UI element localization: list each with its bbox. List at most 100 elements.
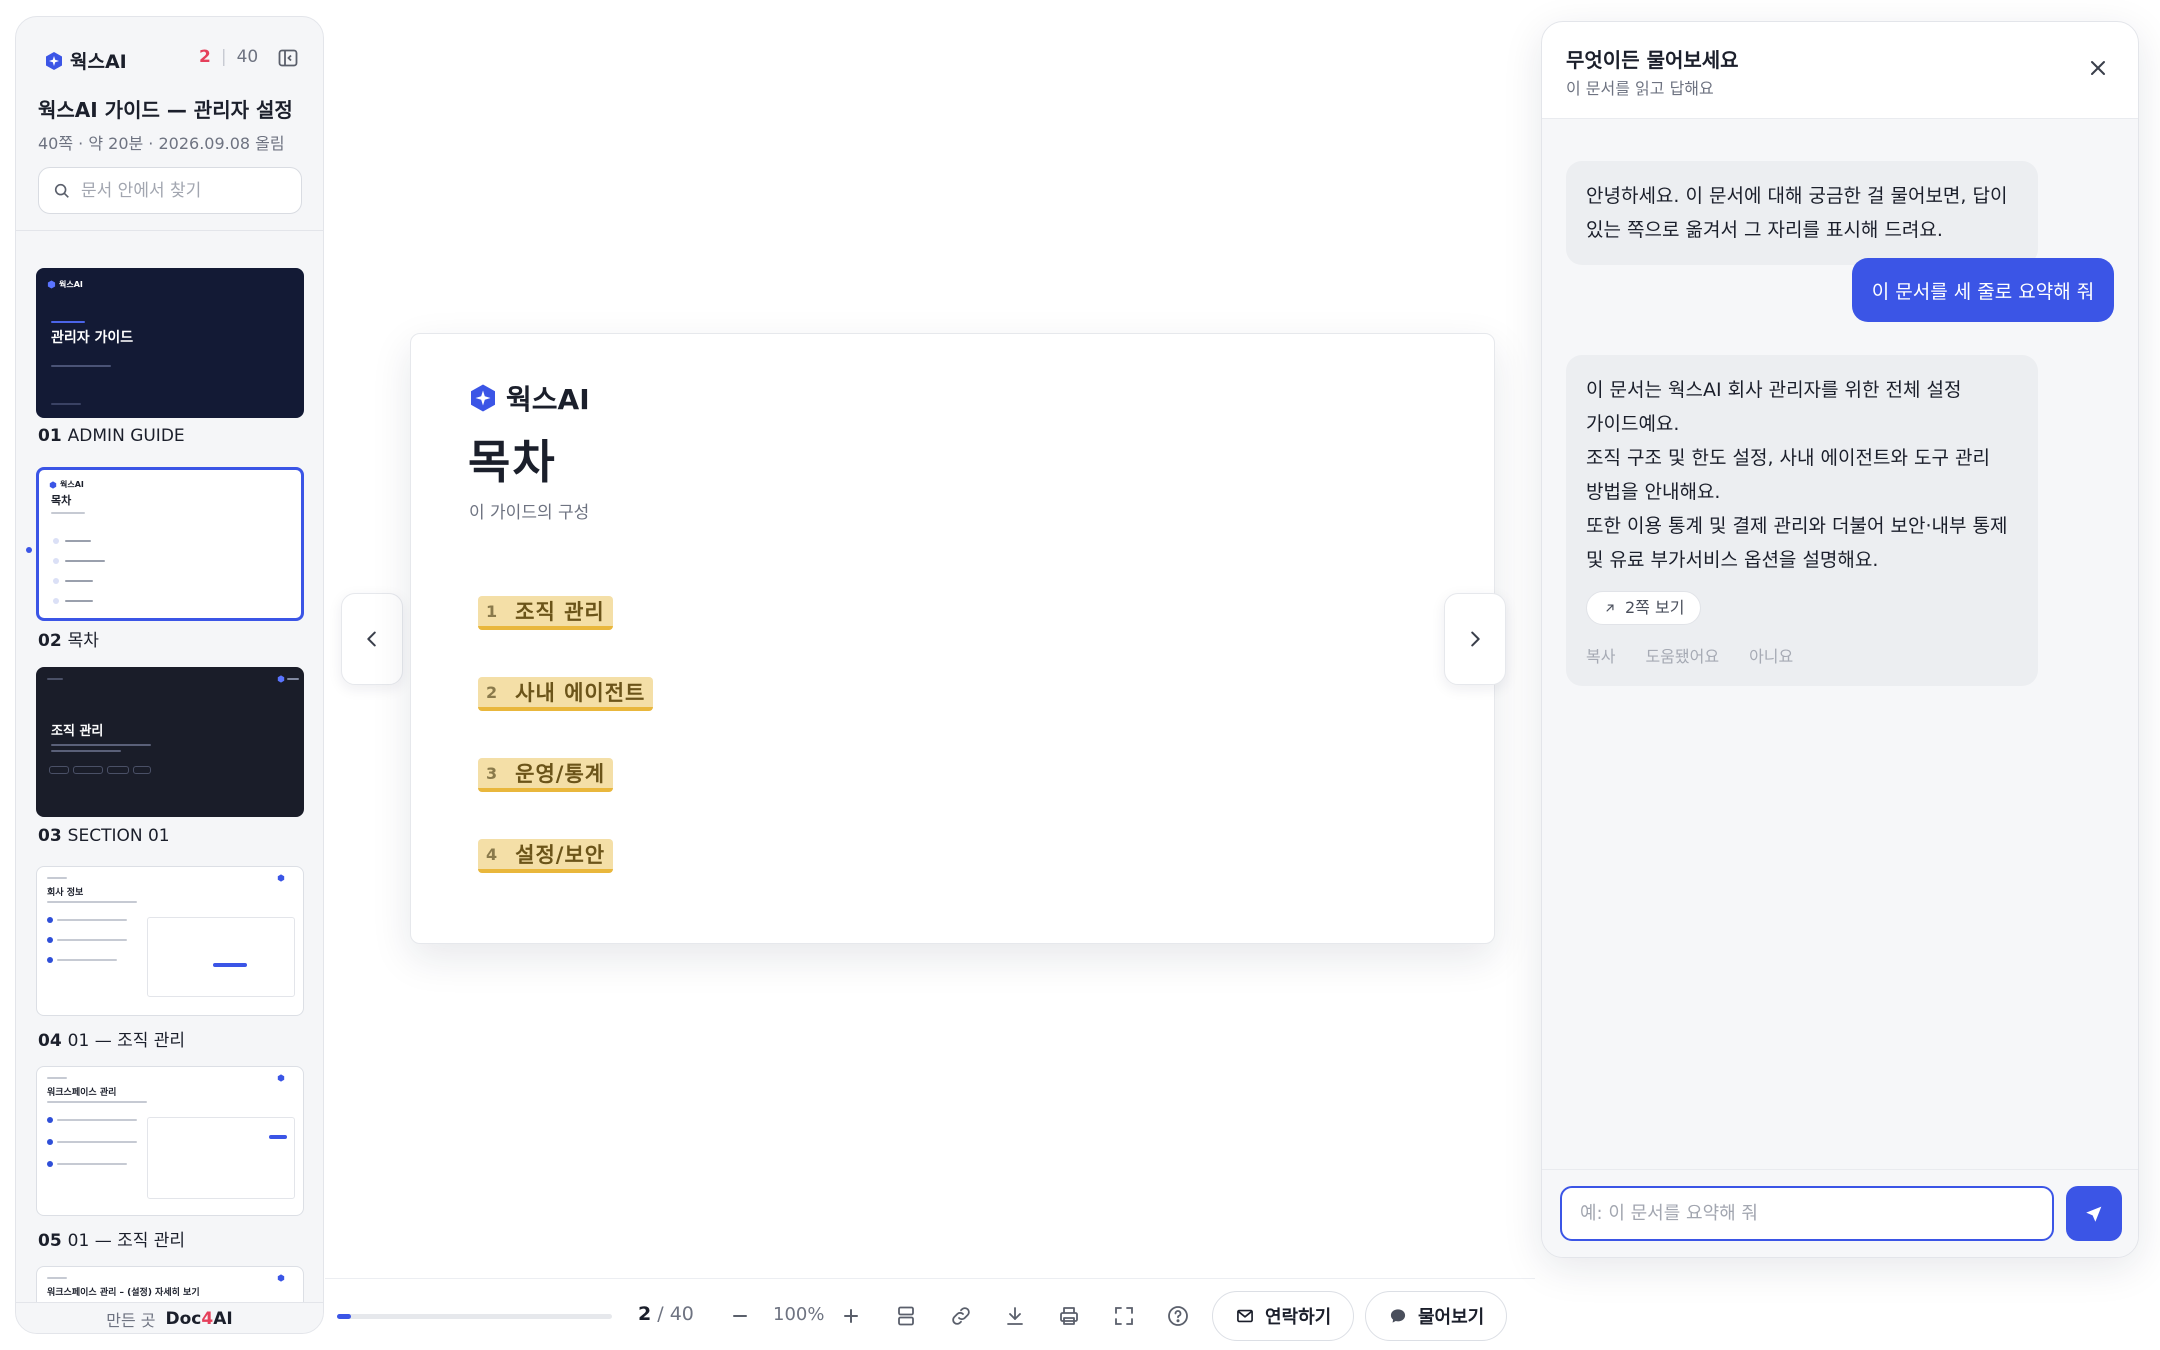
thumbnail-page-1[interactable]: 웍스AI 관리자 가이드 bbox=[36, 268, 304, 418]
sidebar-header: 웍스AI 2 | 40 웍스AI 가이드 — 관리자 설정 40쪽 · 약 20… bbox=[16, 17, 323, 231]
arrow-up-right-icon bbox=[1606, 604, 1614, 612]
reading-progress-fill bbox=[337, 1314, 351, 1319]
search-input[interactable] bbox=[81, 180, 291, 201]
thumbnail-page-3[interactable]: 조직 관리 bbox=[36, 667, 304, 817]
page-layout-button[interactable] bbox=[893, 1303, 919, 1329]
chat-panel: 무엇이든 물어보세요 이 문서를 읽고 답해요 안녕하세요. 이 문서에 대해 … bbox=[1541, 21, 2139, 1258]
thumbnail-label-5: 05 01 — 조직 관리 bbox=[38, 1231, 186, 1251]
page-reference-chip[interactable]: 2쪽 보기 bbox=[1586, 591, 1702, 625]
chat-messages: 안녕하세요. 이 문서에 대해 궁금한 걸 물어보면, 답이 있는 쪽으로 옮겨… bbox=[1542, 119, 2138, 1169]
download-button[interactable] bbox=[1002, 1303, 1028, 1329]
slide-brand-name: 웍스AI bbox=[506, 383, 590, 416]
contact-button-label: 연락하기 bbox=[1265, 1307, 1332, 1328]
link-icon bbox=[952, 1307, 970, 1325]
download-icon bbox=[1007, 1307, 1023, 1325]
brand-logo-icon bbox=[47, 280, 56, 289]
toc-item-1[interactable]: 1 조직 관리 bbox=[478, 596, 613, 630]
chat-title: 무엇이든 물어보세요 bbox=[1566, 48, 1739, 72]
thumbnail-page-4[interactable]: 회사 정보 bbox=[36, 866, 304, 1016]
doc4ai-logo[interactable]: Doc4AI bbox=[166, 1309, 233, 1329]
help-icon bbox=[1168, 1306, 1188, 1326]
page-counter-current: 2 bbox=[199, 47, 211, 67]
user-message: 이 문서를 세 줄로 요약해 줘 bbox=[1852, 258, 2114, 322]
copy-answer-button[interactable]: 복사 bbox=[1586, 646, 1615, 668]
ask-button[interactable]: 물어보기 bbox=[1365, 1291, 1508, 1341]
thumbnail-page-6[interactable]: 워크스페이스 관리 – (설정) 자세히 보기 bbox=[36, 1266, 304, 1302]
toc-label: 설정/보안 bbox=[515, 843, 606, 867]
copy-link-button[interactable] bbox=[948, 1303, 974, 1329]
thumbnail-title: 워크스페이스 관리 bbox=[47, 1088, 117, 1098]
assistant-message-answer: 이 문서는 웍스AI 회사 관리자를 위한 전체 설정 가이드예요. 조직 구조… bbox=[1566, 355, 2038, 686]
fullscreen-icon bbox=[1115, 1307, 1133, 1325]
active-page-indicator bbox=[26, 547, 32, 553]
chat-input[interactable] bbox=[1560, 1186, 2054, 1241]
next-page-button[interactable] bbox=[1444, 593, 1506, 685]
zoom-out-button[interactable] bbox=[727, 1303, 753, 1329]
printer-icon bbox=[1060, 1307, 1078, 1325]
thumbnail-title: 조직 관리 bbox=[51, 724, 104, 739]
print-button[interactable] bbox=[1056, 1303, 1082, 1329]
slide-title: 목차 bbox=[468, 435, 557, 489]
close-chat-button[interactable] bbox=[2086, 56, 2110, 80]
toc-item-3[interactable]: 3 운영/통계 bbox=[478, 758, 614, 792]
slide-brand: 웍스AI bbox=[468, 378, 590, 418]
brand-logo-icon bbox=[49, 480, 57, 489]
brand-logo-icon bbox=[471, 384, 495, 412]
document-title: 웍스AI 가이드 — 관리자 설정 bbox=[38, 98, 293, 122]
thumbnail-brand: 웍스AI bbox=[49, 479, 84, 490]
toc-label: 사내 에이전트 bbox=[515, 681, 646, 705]
mail-icon bbox=[1237, 1309, 1253, 1323]
thumbnail-title: 워크스페이스 관리 – (설정) 자세히 보기 bbox=[47, 1288, 200, 1298]
help-button[interactable] bbox=[1165, 1303, 1191, 1329]
chat-bubble-icon bbox=[1390, 1309, 1406, 1323]
thumbnail-page-5[interactable]: 워크스페이스 관리 bbox=[36, 1066, 304, 1216]
page-indicator: 2 / 40 bbox=[638, 1303, 694, 1325]
search-icon bbox=[54, 183, 69, 198]
toc-item-2[interactable]: 2 사내 에이전트 bbox=[478, 677, 654, 711]
chevron-left-icon bbox=[367, 631, 376, 647]
contact-button[interactable]: 연락하기 bbox=[1212, 1291, 1355, 1341]
sidebar: 웍스AI 2 | 40 웍스AI 가이드 — 관리자 설정 40쪽 · 약 20… bbox=[15, 16, 324, 1334]
sidebar-brand: 웍스AI bbox=[44, 47, 127, 74]
zoom-in-button[interactable] bbox=[838, 1303, 864, 1329]
made-by-label: 만든 곳 bbox=[106, 1311, 156, 1330]
document-search[interactable] bbox=[38, 167, 302, 214]
document-meta: 40쪽 · 약 20분 · 2026.09.08 올림 bbox=[38, 134, 285, 153]
close-icon bbox=[2091, 61, 2105, 75]
sidebar-brand-name: 웍스AI bbox=[70, 51, 127, 73]
minus-icon bbox=[733, 1315, 747, 1317]
send-icon bbox=[2086, 1206, 2102, 1222]
toc-number: 4 bbox=[486, 844, 498, 864]
ask-button-label: 물어보기 bbox=[1418, 1307, 1485, 1328]
thumbnail-brand: 웍스AI bbox=[47, 279, 83, 290]
brand-logo-icon bbox=[46, 51, 62, 70]
thumbnail-label-2: 02 목차 bbox=[38, 631, 99, 651]
toc-item-4[interactable]: 4 설정/보안 bbox=[478, 839, 614, 873]
page-counter-total: 40 bbox=[236, 47, 259, 67]
thumbnail-brand-name: 웍스AI bbox=[59, 280, 83, 289]
toc-number: 2 bbox=[486, 682, 498, 702]
send-button[interactable] bbox=[2066, 1186, 2122, 1241]
helpful-button[interactable]: 도움됐어요 bbox=[1645, 646, 1719, 668]
thumbnail-page-2[interactable]: 웍스AI 목차 bbox=[36, 467, 304, 621]
brand-logo-icon bbox=[277, 1274, 285, 1282]
fullscreen-button[interactable] bbox=[1111, 1303, 1137, 1329]
toc-label: 운영/통계 bbox=[515, 762, 606, 786]
page-indicator-total: / 40 bbox=[657, 1303, 694, 1325]
thumbnail-list[interactable]: 웍스AI 관리자 가이드 01 ADMIN GUIDE 웍스AI 목차 02 목… bbox=[16, 232, 323, 1302]
thumbnail-label-3: 03 SECTION 01 bbox=[38, 826, 170, 846]
layout-icon bbox=[898, 1306, 914, 1326]
thumbnail-label-1: 01 ADMIN GUIDE bbox=[38, 426, 185, 446]
page-counter-divider: | bbox=[220, 47, 227, 67]
brand-logo-icon bbox=[277, 1074, 285, 1082]
not-helpful-button[interactable]: 아니요 bbox=[1749, 646, 1793, 668]
zoom-level: 100% bbox=[773, 1304, 825, 1325]
chat-header: 무엇이든 물어보세요 이 문서를 읽고 답해요 bbox=[1542, 22, 2138, 119]
toc-number: 1 bbox=[486, 601, 498, 621]
collapse-sidebar-button[interactable] bbox=[276, 46, 300, 70]
thumbnail-title: 목차 bbox=[51, 494, 72, 507]
assistant-message-greeting: 안녕하세요. 이 문서에 대해 궁금한 걸 물어보면, 답이 있는 쪽으로 옮겨… bbox=[1566, 161, 2038, 265]
reading-progress-bar[interactable] bbox=[337, 1314, 612, 1319]
chat-composer bbox=[1542, 1169, 2138, 1257]
previous-page-button[interactable] bbox=[341, 593, 403, 685]
